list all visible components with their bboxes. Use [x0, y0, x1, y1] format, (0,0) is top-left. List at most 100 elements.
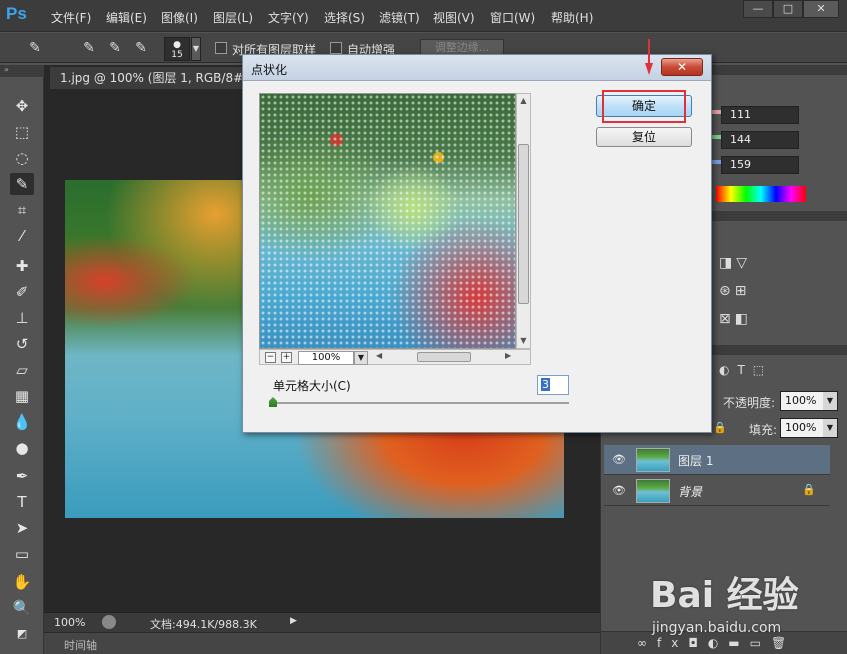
new-selection-icon[interactable]: ✎	[78, 39, 100, 57]
layer-lock-icon: 🔒	[802, 483, 816, 496]
clone-stamp-icon[interactable]: ⊥	[10, 307, 34, 329]
fill-label: 填充:	[749, 423, 778, 437]
eye-icon[interactable]: 👁	[612, 453, 626, 466]
menu-layer[interactable]: 图层(L)	[213, 9, 253, 26]
marquee-tool-icon[interactable]: ⬚	[10, 121, 34, 143]
history-brush-icon[interactable]: ↺	[10, 333, 34, 355]
scroll-down-icon[interactable]: ▼	[517, 334, 530, 348]
cell-size-input[interactable]: 3	[537, 375, 569, 395]
menu-window[interactable]: 窗口(W)	[490, 9, 535, 26]
crop-tool-icon[interactable]: ⌗	[10, 199, 34, 221]
layer-row-background[interactable]: 👁 背景 🔒	[604, 476, 830, 506]
scroll-up-icon[interactable]: ▲	[517, 94, 530, 108]
adjustment-icons-row-3[interactable]: ⊠◧	[719, 311, 752, 327]
scroll-right-icon[interactable]: ▶	[505, 351, 511, 360]
gradient-tool-icon[interactable]: ▦	[10, 385, 34, 407]
lock-icon[interactable]: 🔒	[713, 421, 727, 434]
menu-file[interactable]: 文件(F)	[51, 9, 91, 26]
preview-zoom-value[interactable]: 100%	[298, 351, 354, 365]
blue-value-field[interactable]: 159	[721, 156, 799, 174]
ps-logo: Ps	[6, 4, 27, 23]
cell-size-label: 单元格大小(C)	[273, 379, 351, 393]
baidu-watermark: Bai 经验 jingyan.baidu.com	[650, 560, 840, 644]
color-spectrum[interactable]	[716, 186, 806, 202]
fill-field[interactable]: 100% ▼	[780, 418, 838, 438]
dialog-titlebar[interactable]: 点状化 ✕	[243, 55, 711, 81]
document-tab[interactable]: 1.jpg @ 100% (图层 1, RGB/8#) *	[50, 67, 268, 89]
quick-selection-tool-icon[interactable]: ✎	[24, 39, 46, 57]
maximize-button[interactable]: □	[773, 0, 803, 18]
red-arrow-icon	[645, 39, 653, 75]
filter-preview[interactable]	[259, 93, 516, 349]
dialog-close-button[interactable]: ✕	[661, 58, 703, 76]
timeline-tab[interactable]: 时间轴	[64, 637, 97, 653]
pen-tool-icon[interactable]: ✒	[10, 465, 34, 487]
type-tool-icon[interactable]: T	[10, 491, 34, 513]
brush-size-picker[interactable]: ● 15	[164, 37, 190, 61]
green-value-field[interactable]: 144	[721, 131, 799, 149]
window-controls: — □ ✕	[743, 0, 839, 20]
color-swatches-icon[interactable]: ◩	[10, 623, 34, 645]
reset-button[interactable]: 复位	[596, 127, 692, 147]
layer-name: 图层 1	[678, 454, 714, 468]
horizontal-scroll-thumb[interactable]	[417, 352, 471, 362]
status-menu-arrow-icon[interactable]: ▶	[290, 616, 302, 630]
sample-all-layers-checkbox[interactable]	[215, 42, 227, 54]
cell-size-slider-track[interactable]	[271, 402, 569, 404]
menu-filter[interactable]: 滤镜(T)	[379, 9, 420, 26]
menu-select[interactable]: 选择(S)	[324, 9, 365, 26]
zoom-out-button[interactable]: −	[265, 352, 276, 363]
lasso-tool-icon[interactable]: ◌	[10, 147, 34, 169]
menu-image[interactable]: 图像(I)	[161, 9, 198, 26]
photoshop-window: Ps 文件(F) 编辑(E) 图像(I) 图层(L) 文字(Y) 选择(S) 滤…	[0, 0, 847, 654]
eraser-tool-icon[interactable]: ▱	[10, 359, 34, 381]
cell-size-slider-thumb[interactable]	[269, 397, 277, 407]
brush-tool-icon[interactable]: ✐	[10, 281, 34, 303]
add-to-selection-icon[interactable]: ✎	[104, 39, 126, 57]
status-info-icon[interactable]	[102, 615, 116, 629]
status-zoom[interactable]: 100%	[54, 616, 85, 629]
auto-enhance-checkbox[interactable]	[330, 42, 342, 54]
ok-highlight-box	[602, 90, 686, 123]
status-bar: 100% 文档:494.1K/988.3K ▶	[44, 612, 600, 632]
layer-row-layer1[interactable]: 👁 图层 1	[604, 445, 830, 475]
status-doc-size: 文档:494.1K/988.3K	[150, 618, 257, 631]
scroll-left-icon[interactable]: ◀	[376, 351, 382, 360]
layer-thumbnail	[636, 479, 670, 503]
adjustment-icons-row-2[interactable]: ⊛⊞	[719, 283, 750, 299]
menu-bar: Ps 文件(F) 编辑(E) 图像(I) 图层(L) 文字(Y) 选择(S) 滤…	[0, 0, 847, 32]
eyedropper-tool-icon[interactable]: ⁄	[10, 225, 34, 247]
dodge-tool-icon[interactable]: ●	[10, 437, 34, 459]
menu-edit[interactable]: 编辑(E)	[106, 9, 147, 26]
healing-brush-icon[interactable]: ✚	[10, 255, 34, 277]
pointillize-dialog: 点状化 ✕ ▲ ▼ − + 100% ▼ ◀ ▶ 确定 复位 单元格大小(C) …	[242, 39, 712, 433]
hand-tool-icon[interactable]: ✋	[10, 571, 34, 593]
menu-view[interactable]: 视图(V)	[433, 9, 475, 26]
brush-picker-arrow-icon[interactable]: ▼	[191, 37, 201, 61]
path-selection-icon[interactable]: ➤	[10, 517, 34, 539]
zoom-tool-icon[interactable]: 🔍	[10, 597, 34, 619]
scroll-thumb[interactable]	[518, 144, 529, 304]
watermark-logo: Bai 经验	[650, 575, 799, 616]
shape-tool-icon[interactable]: ▭	[10, 543, 34, 565]
blur-tool-icon[interactable]: 💧	[10, 411, 34, 433]
zoom-dropdown-icon[interactable]: ▼	[354, 351, 368, 365]
opacity-field[interactable]: 100% ▼	[780, 391, 838, 411]
close-button[interactable]: ✕	[803, 0, 839, 18]
quick-selection-tool-icon[interactable]: ✎	[10, 173, 34, 195]
minimize-button[interactable]: —	[743, 0, 773, 18]
zoom-in-button[interactable]: +	[281, 352, 292, 363]
preview-dots	[260, 94, 515, 348]
tools-panel-header[interactable]: »	[0, 65, 44, 77]
layer-thumbnail	[636, 448, 670, 472]
layer-filter-icons[interactable]: ◐T⬚	[719, 363, 772, 377]
adjustment-icons-row-1[interactable]: ◨▽	[719, 255, 751, 271]
red-value-field[interactable]: 111	[721, 106, 799, 124]
subtract-from-selection-icon[interactable]: ✎	[130, 39, 152, 57]
menu-help[interactable]: 帮助(H)	[551, 9, 593, 26]
preview-vertical-scrollbar[interactable]: ▲ ▼	[516, 93, 531, 349]
move-tool-icon[interactable]: ✥	[10, 95, 34, 117]
preview-zoom-bar: − + 100% ▼ ◀ ▶	[259, 349, 531, 365]
menu-type[interactable]: 文字(Y)	[268, 9, 309, 26]
eye-icon[interactable]: 👁	[612, 484, 626, 497]
